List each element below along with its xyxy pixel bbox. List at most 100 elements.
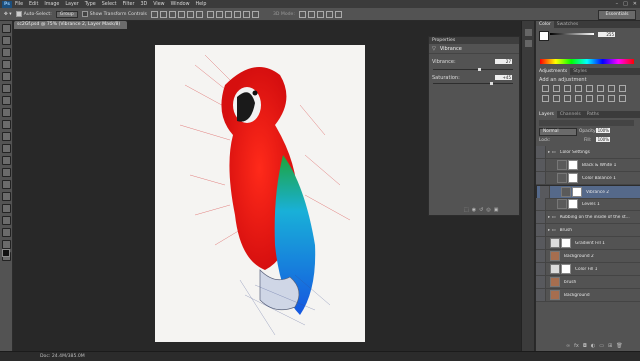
vibrance-slider-knob[interactable]: [477, 68, 481, 71]
new-group-icon[interactable]: ▭: [599, 343, 604, 349]
layer-row[interactable]: Color Fill 1: [536, 263, 640, 276]
layer-row[interactable]: ▸ ▭ Brush: [536, 224, 640, 237]
new-layer-icon[interactable]: ⊞: [608, 343, 612, 349]
dodge-tool-icon[interactable]: [1, 180, 11, 189]
layer-row[interactable]: Vibrance 2: [536, 185, 640, 199]
saturation-slider[interactable]: [433, 83, 513, 84]
shape-tool-icon[interactable]: [1, 228, 11, 237]
tab-paths[interactable]: Paths: [584, 111, 602, 118]
eyedropper-tool-icon[interactable]: [1, 84, 11, 93]
view-previous-icon[interactable]: ◉: [472, 207, 476, 213]
layer-mask-thumbnail[interactable]: [572, 187, 582, 197]
layer-mask-thumbnail[interactable]: [561, 238, 571, 248]
menu-filter[interactable]: Filter: [123, 2, 135, 7]
properties-panel-icon[interactable]: [524, 40, 532, 47]
crop-tool-icon[interactable]: [1, 72, 11, 81]
layer-row[interactable]: Gradient Fill 1: [536, 237, 640, 250]
visibility-eye-icon[interactable]: [536, 289, 546, 301]
channel-mixer-icon[interactable]: [553, 95, 560, 102]
opacity-field[interactable]: 100%: [596, 128, 610, 133]
foreground-color-swatch[interactable]: [2, 249, 10, 257]
photo-filter-icon[interactable]: [542, 95, 549, 102]
3d-mode-icons[interactable]: [298, 10, 342, 18]
visibility-eye-icon[interactable]: [536, 276, 546, 288]
history-brush-tool-icon[interactable]: [1, 132, 11, 141]
menu-3d[interactable]: 3D: [140, 2, 147, 7]
visibility-eye-icon[interactable]: [536, 250, 546, 262]
distribute-icons[interactable]: [206, 10, 259, 18]
add-mask-icon[interactable]: ◘: [583, 343, 587, 349]
curves-icon[interactable]: [564, 85, 571, 92]
vibrance-icon[interactable]: [586, 85, 593, 92]
gradient-map-icon[interactable]: [608, 95, 615, 102]
vibrance-value-field[interactable]: 27: [495, 59, 512, 64]
gradient-tool-icon[interactable]: [1, 156, 11, 165]
blur-tool-icon[interactable]: [1, 168, 11, 177]
layer-row[interactable]: Black & White 1: [536, 159, 640, 172]
color-lookup-icon[interactable]: [564, 95, 571, 102]
hand-tool-icon[interactable]: [1, 240, 11, 249]
layer-row[interactable]: Background: [536, 289, 640, 302]
tab-layers[interactable]: Layers: [536, 111, 557, 118]
document-tab[interactable]: sc2Gf.psd @ 75% (Vibrance 2, Layer Mask/…: [14, 21, 127, 29]
minimize-icon[interactable]: –: [616, 1, 619, 7]
blend-mode-dropdown[interactable]: Normal: [539, 128, 577, 136]
menu-edit[interactable]: Edit: [29, 2, 38, 7]
layer-mask-thumbnail[interactable]: [561, 264, 571, 274]
reset-icon[interactable]: ↺: [479, 207, 483, 213]
color-balance-icon[interactable]: [608, 85, 615, 92]
history-panel-icon[interactable]: [524, 29, 532, 36]
pen-tool-icon[interactable]: [1, 192, 11, 201]
tab-channels[interactable]: Channels: [557, 111, 584, 118]
brush-tool-icon[interactable]: [1, 108, 11, 117]
type-tool-icon[interactable]: [1, 204, 11, 213]
color-value-field[interactable]: 255: [598, 32, 615, 37]
clone-stamp-tool-icon[interactable]: [1, 120, 11, 129]
visibility-eye-icon[interactable]: [536, 263, 546, 275]
workspace-switcher[interactable]: Essentials: [598, 10, 636, 20]
vibrance-slider[interactable]: [433, 69, 513, 70]
auto-select-dropdown[interactable]: Group: [55, 10, 78, 18]
visibility-icon[interactable]: ◎: [486, 207, 490, 213]
layer-row[interactable]: Levels 1: [536, 198, 640, 211]
tab-adjustments[interactable]: Adjustments: [536, 68, 571, 75]
menu-image[interactable]: Image: [44, 2, 59, 7]
visibility-eye-icon[interactable]: [536, 198, 546, 210]
folder-icon[interactable]: ▸ ▭: [548, 228, 556, 233]
layer-style-icon[interactable]: fx: [574, 343, 579, 349]
link-layers-icon[interactable]: ∞: [566, 343, 570, 349]
menu-view[interactable]: View: [153, 2, 164, 7]
visibility-eye-icon[interactable]: [536, 172, 546, 184]
fill-field[interactable]: 100%: [596, 137, 610, 142]
visibility-eye-icon[interactable]: [536, 224, 546, 236]
brightness-contrast-icon[interactable]: [542, 85, 549, 92]
color-slider[interactable]: [550, 33, 594, 35]
layer-row[interactable]: ▸ ▭ Color Settings: [536, 146, 640, 159]
eraser-tool-icon[interactable]: [1, 144, 11, 153]
hue-saturation-icon[interactable]: [597, 85, 604, 92]
visibility-eye-icon[interactable]: [536, 211, 546, 223]
tab-swatches[interactable]: Swatches: [554, 21, 582, 28]
document-image[interactable]: [155, 45, 365, 342]
close-icon[interactable]: ✕: [633, 1, 637, 7]
move-tool-icon[interactable]: ✥ ▾: [4, 12, 12, 17]
menu-select[interactable]: Select: [102, 2, 117, 7]
delete-icon[interactable]: ▣: [494, 207, 499, 213]
saturation-slider-knob[interactable]: [489, 82, 493, 85]
menu-file[interactable]: File: [15, 2, 23, 7]
tab-color[interactable]: Color: [536, 21, 554, 28]
new-adjustment-icon[interactable]: ◐: [591, 343, 595, 349]
saturation-value-field[interactable]: +45: [495, 75, 512, 80]
layer-row[interactable]: ▸ ▭ Rubbing on the inside of the st...: [536, 211, 640, 224]
path-select-tool-icon[interactable]: [1, 216, 11, 225]
visibility-eye-icon[interactable]: [536, 237, 546, 249]
selective-color-icon[interactable]: [619, 95, 626, 102]
black-white-icon[interactable]: [619, 85, 626, 92]
healing-tool-icon[interactable]: [1, 96, 11, 105]
foreground-color-chip[interactable]: [539, 31, 549, 41]
transform-controls-checkbox[interactable]: [81, 11, 88, 17]
properties-tab[interactable]: Properties: [429, 37, 519, 44]
lasso-tool-icon[interactable]: [1, 48, 11, 57]
exposure-icon[interactable]: [575, 85, 582, 92]
layer-filter-bar[interactable]: [539, 120, 634, 126]
